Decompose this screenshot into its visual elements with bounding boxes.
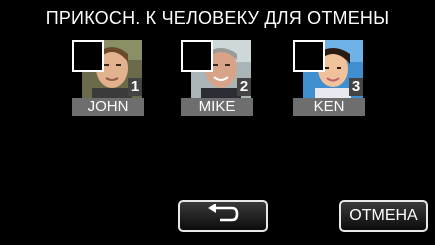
back-button[interactable] bbox=[178, 200, 268, 232]
selection-checkbox[interactable] bbox=[181, 40, 213, 72]
selection-checkbox[interactable] bbox=[72, 40, 104, 72]
return-arrow-icon bbox=[206, 202, 240, 229]
screen-title: ПРИКОСН. К ЧЕЛОВЕКУ ДЛЯ ОТМЕНЫ bbox=[45, 8, 390, 28]
selection-checkbox[interactable] bbox=[293, 40, 325, 72]
face-cancel-screen: ПРИКОСН. К ЧЕЛОВЕКУ ДЛЯ ОТМЕНЫ 1 JOHN 2 … bbox=[0, 0, 435, 245]
face-number: 1 bbox=[128, 78, 142, 96]
face-item-1[interactable]: 1 JOHN bbox=[72, 40, 144, 120]
face-name-label: KEN bbox=[293, 98, 365, 116]
face-number: 3 bbox=[349, 78, 363, 96]
face-item-3[interactable]: 3 KEN bbox=[293, 40, 365, 120]
face-name-label: MIKE bbox=[181, 98, 253, 116]
face-name-label: JOHN bbox=[72, 98, 144, 116]
cancel-button[interactable]: ОТМЕНА bbox=[339, 200, 428, 232]
face-item-2[interactable]: 2 MIKE bbox=[181, 40, 253, 120]
face-number: 2 bbox=[237, 78, 251, 96]
